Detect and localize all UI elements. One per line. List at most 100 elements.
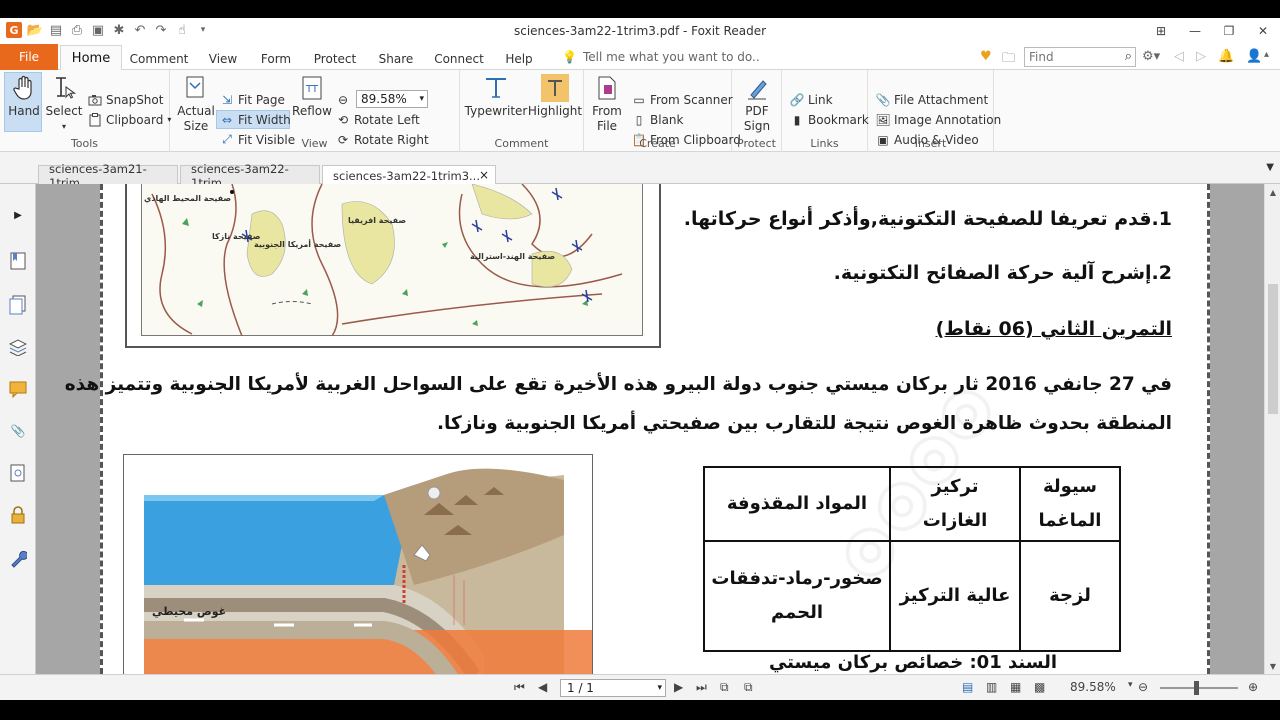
clipboard-label: Clipboard [106,112,164,127]
tell-me-box[interactable]: 💡 Tell me what you want to do.. [562,50,760,64]
typewriter-button[interactable]: Typewriter [465,74,527,119]
notification-bell-icon[interactable]: 🔔 [1218,49,1234,64]
wrench-tool-icon[interactable] [7,548,29,570]
expand-panel-icon[interactable]: ▶ [7,204,29,226]
restore-icon[interactable]: ❐ [1212,18,1246,44]
search-icon[interactable]: ⌕ [1125,49,1132,64]
attachments-panel-icon[interactable]: 📎 [7,420,29,442]
document-view[interactable]: ◎◎◎◎ صفيحة المحيط الهادي صفيحة نازكا صفي… [36,184,1264,674]
tab-file[interactable]: File [0,44,58,70]
next-view-icon[interactable]: ⧉ [744,680,753,695]
select-button[interactable]: Select ▾ [45,74,83,134]
new-icon[interactable]: ✱ [111,22,127,38]
search-folder-icon[interactable]: 🗀 [1002,49,1015,71]
zoom-out-button[interactable]: ⊖ [336,90,350,109]
previous-result-icon[interactable]: ◁ [1174,49,1184,64]
close-tab-icon[interactable]: × [479,168,489,182]
settings-gear-icon[interactable]: ⚙▾ [1142,49,1160,64]
first-page-icon[interactable]: ⏮ [514,680,525,695]
close-icon[interactable]: ✕ [1246,18,1280,44]
security-lock-icon[interactable] [7,504,29,526]
fit-page-button[interactable]: ⇲ Fit Page [220,90,285,109]
scroll-up-icon[interactable]: ▲ [1265,184,1280,200]
image-annotation-button[interactable]: 🖼 Image Annotation [875,110,1001,129]
doc-tab-2[interactable]: sciences-3am22-1trim... [180,162,320,190]
file-attachment-label: File Attachment [894,92,989,107]
doc-tab-3-active[interactable]: sciences-3am22-1trim3... × [322,165,496,186]
paragraph-line-1: في 27 جانفي 2016 ثار بركان ميستي جنوب دو… [64,374,1172,395]
customize-chevron-icon[interactable]: ▾ [195,22,211,38]
scroll-thumb[interactable] [1268,284,1278,414]
next-result-icon[interactable]: ▷ [1196,49,1206,64]
ribbon-collapse-chevron-icon[interactable]: ▴ [1264,49,1269,60]
snapshot-button[interactable]: SnapShot [88,90,163,109]
bookmark-button[interactable]: ▮ Bookmark [790,110,869,129]
tab-comment[interactable]: Comment [128,48,190,70]
rotate-left-button[interactable]: ⟲ Rotate Left [336,110,420,129]
ribbon: Hand Select ▾ SnapShot Clipboard ▾ Tools… [0,70,1280,152]
facing-page-icon[interactable]: ▦ [1010,680,1021,694]
from-scanner-button[interactable]: ▭ From Scanner [632,90,732,109]
user-account-icon[interactable]: 👤 [1246,49,1262,64]
previous-view-icon[interactable]: ⧉ [720,680,729,695]
table-row: لزجة عالية التركيز صخور-رماد-تدفقات الحم… [703,540,1121,652]
continuous-page-icon[interactable]: ▥ [986,680,997,694]
foxit-logo-icon[interactable]: G [6,22,22,38]
undo-icon[interactable]: ↶ [132,22,148,38]
layout-icon[interactable]: ⊞ [1144,18,1178,44]
link-button[interactable]: 🔗 Link [790,90,833,109]
find-input[interactable] [1025,48,1115,66]
file-attachment-button[interactable]: 📎 File Attachment [876,90,989,109]
fit-width-button[interactable]: ⇔ Fit Width [220,110,291,129]
last-page-icon[interactable]: ⏭ [696,680,707,695]
signatures-panel-icon[interactable] [7,462,29,484]
status-zoom-out-icon[interactable]: ⊖ [1138,680,1148,694]
minimize-icon[interactable]: — [1178,18,1212,44]
doc-tab-1[interactable]: sciences-3am21-1trim... [38,162,178,190]
highlight-button[interactable]: Highlight [528,74,582,119]
comments-panel-icon[interactable] [7,378,29,400]
zoom-slider[interactable] [1160,681,1238,695]
tab-connect[interactable]: Connect [428,48,490,70]
pdf-sign-label-1: PDF [745,104,769,118]
zoom-slider-knob[interactable] [1194,681,1199,695]
tab-list-chevron-icon[interactable]: ▼ [1266,162,1274,173]
hand-button[interactable]: Hand [6,74,42,119]
tab-form[interactable]: Form [254,48,298,70]
blank-button[interactable]: ▯ Blank [632,110,684,129]
continuous-facing-icon[interactable]: ▩ [1034,680,1045,694]
next-page-icon[interactable]: ▶ [674,680,683,694]
favorite-icon[interactable]: ♥ [980,49,992,64]
page-number: 1 / 1 [567,681,594,695]
scroll-down-icon[interactable]: ▼ [1265,658,1280,674]
redo-icon[interactable]: ↷ [153,22,169,38]
clipboard-button[interactable]: Clipboard ▾ [88,110,171,129]
vertical-scrollbar[interactable]: ▲ ▼ [1264,184,1280,674]
select-label: Select [45,104,83,118]
group-create: From File ▭ From Scanner ▯ Blank 📋 From … [584,70,741,152]
single-page-icon[interactable]: ▤ [962,680,973,694]
zoom-combo[interactable]: 89.58% ▾ [356,90,428,108]
tab-help[interactable]: Help [500,48,538,70]
hand-tool-icon[interactable]: ☝ [174,22,190,38]
layers-panel-icon[interactable] [7,336,29,358]
reflow-button[interactable]: TT Reflow [292,74,332,119]
zoom-status-chevron-icon[interactable]: ▾ [1128,680,1133,690]
page-number-box[interactable]: 1 / 1 ▾ [560,679,666,697]
previous-page-icon[interactable]: ◀ [538,680,547,694]
tab-home[interactable]: Home [60,45,122,71]
tab-protect[interactable]: Protect [306,48,364,70]
actual-size-button[interactable]: Actual Size [176,74,216,134]
properties-icon[interactable]: ▣ [90,22,106,38]
save-icon[interactable]: ▤ [48,22,64,38]
open-icon[interactable]: 📂 [27,22,43,38]
pages-panel-icon[interactable] [7,294,29,316]
zoom-level[interactable]: 89.58% [1070,680,1116,694]
status-zoom-in-icon[interactable]: ⊕ [1248,680,1258,694]
tab-view[interactable]: View [200,48,246,70]
bookmarks-panel-icon[interactable] [7,250,29,272]
pdf-sign-button[interactable]: PDF Sign [740,74,774,134]
print-icon[interactable]: ⎙ [69,22,85,38]
from-file-button[interactable]: From File [590,74,624,134]
tab-share[interactable]: Share [374,48,418,70]
